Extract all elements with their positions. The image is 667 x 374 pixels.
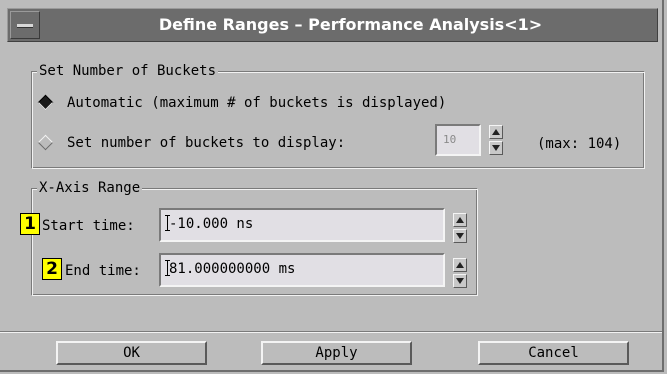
manual-radio[interactable]: Set number of buckets to display: [37, 132, 440, 154]
window-title: Define Ranges – Performance Analysis<1> [158, 15, 543, 34]
bucket-max-label: (max: 104) [537, 136, 622, 152]
text-cursor-icon [165, 215, 170, 231]
window-menu-button[interactable] [10, 11, 40, 39]
manual-radio-label: Set number of buckets to display: [67, 135, 346, 151]
automatic-radio-label: Automatic (maximum # of buckets is displ… [67, 95, 447, 111]
xaxis-group-label: X-Axis Range [37, 179, 143, 197]
callout-2: 2 [42, 258, 62, 280]
window-menu-icon [17, 24, 33, 28]
end-time-up-arrow-icon[interactable] [453, 258, 467, 272]
start-time-down-arrow-icon[interactable] [453, 229, 467, 243]
start-time-up-arrow-icon[interactable] [453, 213, 467, 227]
apply-button[interactable]: Apply [261, 341, 412, 365]
end-time-spinner [453, 258, 467, 288]
buckets-group: Set Number of Buckets Automatic (maximum… [31, 62, 645, 169]
text-cursor-icon [165, 260, 170, 276]
radio-unselected-icon [37, 134, 54, 151]
bucket-count-field[interactable]: 10 [435, 124, 481, 156]
start-time-spinner [453, 213, 467, 243]
bucket-count-up-arrow-icon[interactable] [489, 125, 503, 139]
bucket-count-down-arrow-icon[interactable] [489, 141, 503, 155]
radio-selected-icon [37, 94, 54, 111]
ok-button[interactable]: OK [56, 341, 207, 365]
button-separator [0, 331, 662, 333]
start-time-value: -10.000 ns [169, 216, 254, 232]
buckets-group-label: Set Number of Buckets [37, 62, 219, 80]
cancel-button[interactable]: Cancel [478, 341, 629, 365]
end-time-value: 81.000000000 ms [169, 261, 296, 277]
end-time-label: End time: [65, 263, 141, 279]
end-time-field[interactable]: 81.000000000 ms [159, 253, 445, 287]
title-bar[interactable]: Define Ranges – Performance Analysis<1> [7, 8, 658, 42]
start-time-label: Start time: [42, 218, 135, 234]
end-time-down-arrow-icon[interactable] [453, 274, 467, 288]
define-ranges-dialog: Define Ranges – Performance Analysis<1> … [0, 0, 664, 372]
bucket-count-spinner [489, 125, 503, 155]
start-time-field[interactable]: -10.000 ns [159, 208, 445, 242]
callout-1: 1 [20, 213, 40, 235]
automatic-radio[interactable]: Automatic (maximum # of buckets is displ… [37, 92, 600, 114]
